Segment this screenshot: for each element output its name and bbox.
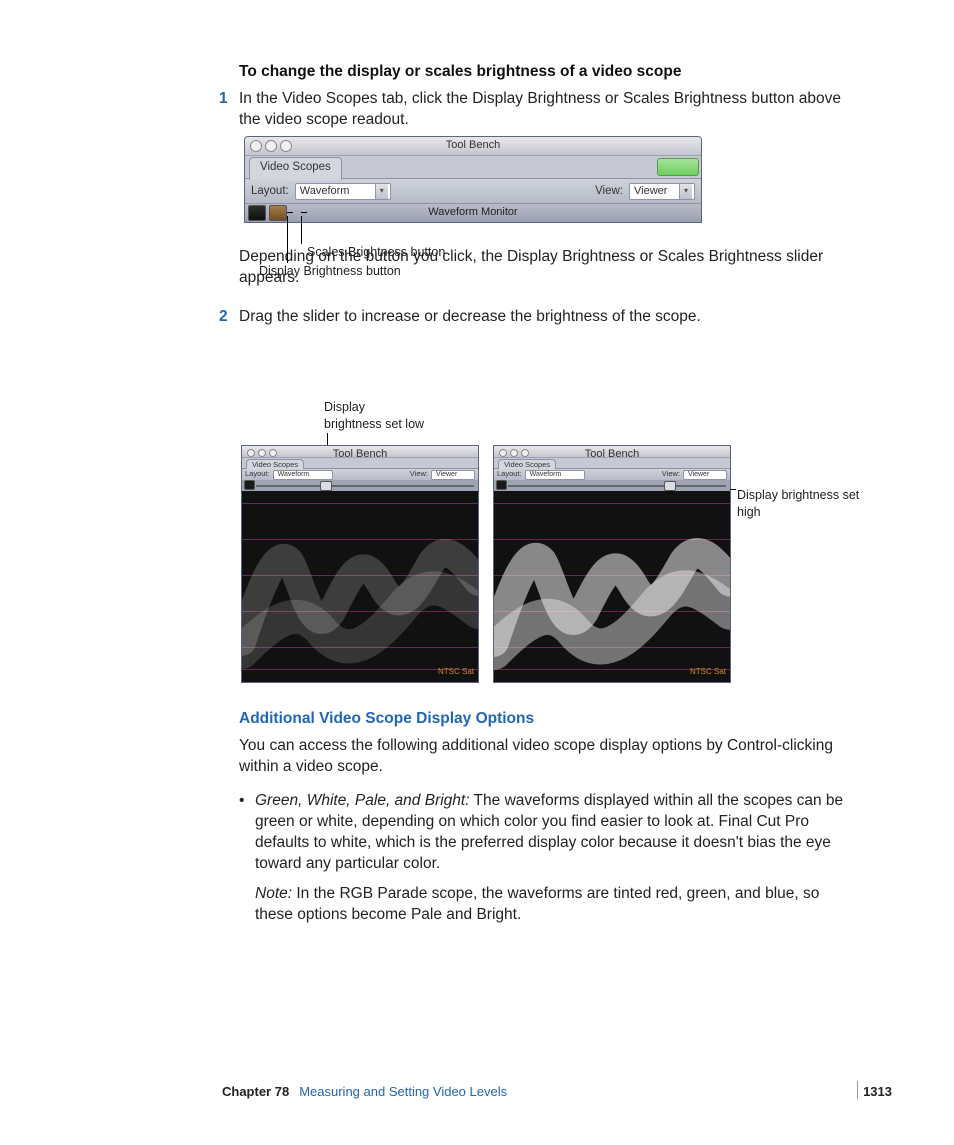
- chapter-label: Chapter 78: [222, 1084, 289, 1099]
- view-value: Viewer: [634, 184, 667, 199]
- tab-row: Video Scopes: [245, 156, 701, 179]
- sat-label: NTSC Sat: [438, 667, 474, 678]
- layout-label: Layout:: [497, 469, 522, 479]
- step-2-text: Drag the slider to increase or decrease …: [239, 308, 701, 325]
- view-label: View:: [595, 184, 623, 199]
- figure-pair-brightness: Display brightness set low Tool Bench Vi…: [241, 445, 901, 735]
- view-label: View:: [410, 469, 428, 479]
- view-value: Viewer: [688, 470, 709, 479]
- bullet-lead: Green, White, Pale, and Bright:: [255, 792, 470, 809]
- view-dropdown[interactable]: Viewer ▾: [629, 183, 695, 200]
- display-brightness-button[interactable]: [244, 480, 255, 490]
- subsection-heading: Additional Video Scope Display Options: [239, 709, 854, 730]
- page-number: 1313: [863, 1083, 892, 1100]
- chevron-down-icon: ▾: [679, 184, 692, 199]
- scope-panel-low: Tool Bench Video Scopes Layout:WaveformV…: [241, 445, 479, 683]
- view-dropdown[interactable]: Viewer: [431, 470, 475, 480]
- layout-dropdown[interactable]: Waveform: [525, 470, 585, 480]
- brightness-slider[interactable]: [494, 480, 730, 491]
- waveform-display: NTSC Sat: [242, 491, 478, 682]
- scope-panel-high: Tool Bench Video Scopes Layout:WaveformV…: [493, 445, 731, 683]
- figure-toolbench-top: Tool Bench Video Scopes Layout: Waveform…: [244, 136, 702, 223]
- layout-dropdown[interactable]: Waveform ▾: [295, 183, 391, 200]
- scope-title: Waveform Monitor: [245, 205, 701, 220]
- callout-display-brightness: Display Brightness button: [259, 263, 401, 280]
- chevron-down-icon: ▾: [375, 184, 388, 199]
- tab-video-scopes[interactable]: Video Scopes: [249, 157, 342, 180]
- slider-knob[interactable]: [320, 481, 332, 491]
- display-brightness-button[interactable]: [496, 480, 507, 490]
- step-number-2: 2: [219, 307, 228, 328]
- brightness-slider[interactable]: [242, 480, 478, 491]
- layout-dropdown[interactable]: Waveform: [273, 470, 333, 480]
- tab-video-scopes[interactable]: Video Scopes: [246, 459, 304, 469]
- callout-brightness-low: Display brightness set low: [324, 399, 426, 433]
- layout-value: Waveform: [530, 470, 562, 479]
- bullet-item: Green, White, Pale, and Bright: The wave…: [239, 791, 854, 926]
- subsection-para: You can access the following additional …: [239, 736, 854, 778]
- view-label: View:: [662, 469, 680, 479]
- page-footer: Chapter 78 Measuring and Setting Video Le…: [0, 1083, 954, 1103]
- step-number-1: 1: [219, 89, 228, 110]
- note-text: In the RGB Parade scope, the waveforms a…: [255, 885, 819, 923]
- window-titlebar: Tool Bench: [245, 137, 701, 156]
- layout-label: Layout:: [251, 184, 289, 199]
- sat-label: NTSC Sat: [690, 667, 726, 678]
- view-dropdown[interactable]: Viewer: [683, 470, 727, 480]
- layout-value: Waveform: [300, 184, 350, 199]
- chapter-title: Measuring and Setting Video Levels: [299, 1084, 507, 1099]
- tab-video-scopes[interactable]: Video Scopes: [498, 459, 556, 469]
- slider-knob[interactable]: [664, 481, 676, 491]
- layout-value: Waveform: [278, 470, 310, 479]
- section-heading: To change the display or scales brightne…: [239, 62, 854, 83]
- view-value: Viewer: [436, 470, 457, 479]
- waveform-display: NTSC Sat: [494, 491, 730, 682]
- window-title: Tool Bench: [245, 138, 701, 153]
- callout-brightness-high: Display brightness set high: [737, 487, 867, 521]
- callout-scales-brightness: Scales Brightness button: [307, 244, 445, 261]
- layout-label: Layout:: [245, 469, 270, 479]
- note-lead: Note:: [255, 885, 292, 902]
- step-1-text: In the Video Scopes tab, click the Displ…: [239, 90, 841, 128]
- tab-corner-button[interactable]: [657, 158, 699, 176]
